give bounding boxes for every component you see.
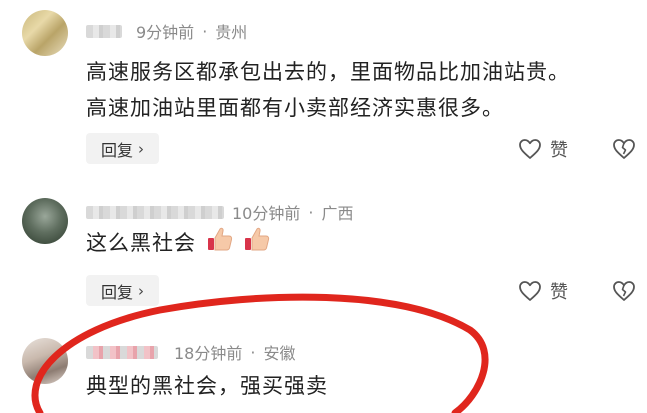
- comment-meta: 9分钟前 · 贵州: [86, 20, 247, 42]
- like-button[interactable]: 赞: [518, 277, 568, 305]
- username-blurred[interactable]: [86, 345, 158, 359]
- comment-text-line: 典型的黑社会，强买强卖: [86, 374, 328, 398]
- comment-text-line: 高速加油站里面都有小卖部经济实惠很多。: [86, 96, 504, 120]
- comment-text-line: 高速服务区都承包出去的，里面物品比加油站贵。: [86, 60, 570, 84]
- reply-label: 回复: [100, 282, 133, 302]
- comment-time: 10分钟前: [232, 204, 301, 223]
- comment-time: 18分钟前: [174, 344, 243, 363]
- meta-separator: ·: [202, 21, 208, 41]
- reply-button[interactable]: 回复 ›: [86, 133, 159, 164]
- like-label: 赞: [550, 282, 568, 303]
- comment-location: 广西: [321, 204, 354, 223]
- chevron-right-icon: ›: [138, 139, 144, 158]
- meta-separator: ·: [250, 342, 256, 362]
- comment-time: 9分钟前: [136, 23, 195, 42]
- comment-location: 贵州: [215, 23, 248, 42]
- avatar[interactable]: [22, 338, 68, 384]
- username-blurred[interactable]: [86, 205, 224, 219]
- heart-outline-icon: [519, 281, 541, 301]
- reply-button[interactable]: 回复 ›: [86, 275, 159, 306]
- thumbs-up-emoji: [245, 227, 270, 251]
- comment-location: 安徽: [263, 344, 296, 363]
- thumbs-up-emoji: [207, 227, 232, 251]
- comment-list: 9分钟前 · 贵州 高速服务区都承包出去的，里面物品比加油站贵。 高速加油站里面…: [0, 0, 647, 413]
- avatar[interactable]: [22, 10, 68, 56]
- comment-item: 10分钟前 · 广西 这么黑社会 回复 › 赞: [0, 180, 647, 310]
- comment-item: 18分钟前 · 安徽 典型的黑社会，强买强卖: [0, 310, 647, 413]
- like-button[interactable]: 赞: [518, 135, 568, 163]
- comment-text: 这么黑社会: [86, 231, 196, 255]
- avatar[interactable]: [22, 198, 68, 244]
- heart-outline-icon: [519, 139, 541, 159]
- meta-separator: ·: [308, 202, 314, 222]
- broken-heart-icon[interactable]: [612, 278, 636, 304]
- reply-label: 回复: [100, 140, 133, 160]
- comment-text-line: 这么黑社会: [86, 225, 271, 261]
- comment-meta: 18分钟前 · 安徽: [86, 341, 295, 363]
- comment-item: 9分钟前 · 贵州 高速服务区都承包出去的，里面物品比加油站贵。 高速加油站里面…: [0, 0, 647, 180]
- comment-meta: 10分钟前 · 广西: [86, 201, 353, 223]
- username-blurred[interactable]: [86, 24, 122, 38]
- broken-heart-icon[interactable]: [612, 136, 636, 162]
- chevron-right-icon: ›: [138, 281, 144, 300]
- like-label: 赞: [550, 140, 568, 161]
